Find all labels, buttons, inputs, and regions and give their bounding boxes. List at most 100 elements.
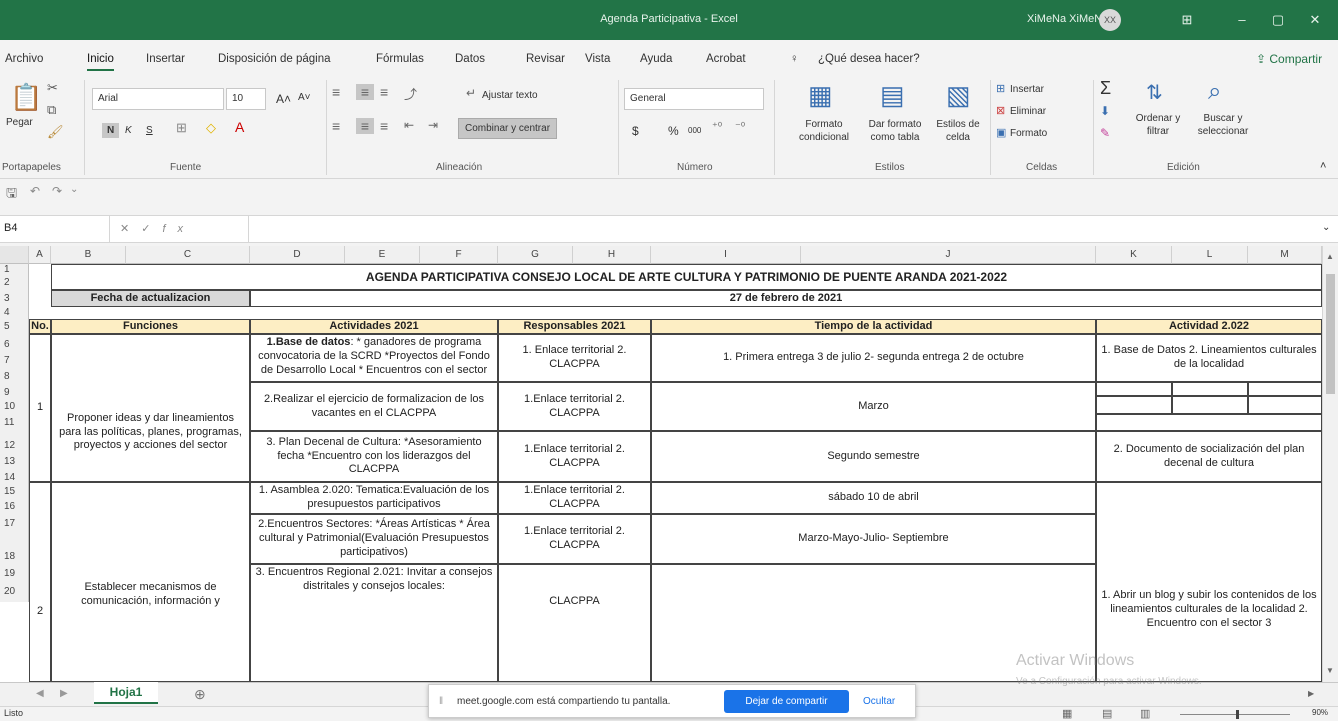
col-header-e[interactable]: E — [345, 246, 420, 264]
close-button[interactable]: ✕ — [1305, 10, 1325, 30]
activity-cell-1-2[interactable]: 2.Realizar el ejercicio de formalizacion… — [250, 382, 498, 431]
maximize-button[interactable]: ▢ — [1268, 10, 1288, 30]
row-header-8[interactable]: 8 — [0, 366, 29, 382]
tab-inicio[interactable]: Inicio — [87, 53, 114, 71]
scroll-up-icon[interactable]: ▲ — [1326, 252, 1334, 261]
add-sheet-icon[interactable]: ⊕ — [194, 686, 206, 703]
autosum-icon[interactable]: Σ — [1100, 78, 1111, 99]
align-right-icon[interactable]: ≡ — [380, 118, 388, 134]
empty-cell[interactable] — [1172, 382, 1248, 396]
row-header-17[interactable]: 17 — [0, 514, 29, 542]
normal-view-icon[interactable]: ▦ — [1062, 707, 1072, 720]
align-center-icon[interactable]: ≡ — [356, 118, 374, 134]
col-header-d[interactable]: D — [250, 246, 345, 264]
sheet-title[interactable]: AGENDA PARTICIPATIVA CONSEJO LOCAL DE AR… — [51, 264, 1322, 290]
conditional-format-icon[interactable]: ▦ — [808, 80, 833, 111]
merge-center-button[interactable]: Combinar y centrar — [458, 118, 558, 139]
tab-datos[interactable]: Datos — [455, 53, 485, 65]
empty-cell[interactable] — [1248, 382, 1322, 396]
scroll-right-icon[interactable]: ▶ — [1308, 689, 1314, 698]
date-value[interactable]: 27 de febrero de 2021 — [250, 290, 1322, 307]
empty-cell[interactable] — [1096, 396, 1172, 414]
borders-icon[interactable]: ⊞ — [176, 120, 187, 136]
fill-color-icon[interactable]: ◇ — [206, 120, 216, 136]
shrink-font-button[interactable]: A˅ — [298, 92, 311, 103]
bold-button[interactable]: N — [102, 123, 120, 138]
row-header-9[interactable]: 9 — [0, 382, 29, 398]
minimize-button[interactable]: – — [1232, 10, 1252, 30]
select-all-corner[interactable] — [0, 246, 29, 264]
row-header-7[interactable]: 7 — [0, 350, 29, 366]
row-header-19[interactable]: 19 — [0, 564, 29, 582]
insert-cells-icon[interactable]: ⊞ — [996, 82, 1005, 95]
col-header-i[interactable]: I — [651, 246, 801, 264]
sort-filter-icon[interactable]: ⇅ — [1146, 80, 1163, 105]
empty-cell[interactable] — [1172, 396, 1248, 414]
row-header-13[interactable]: 13 — [0, 451, 29, 467]
decrease-decimal-icon[interactable]: ⁻⁰ — [735, 120, 745, 133]
row-header-4[interactable]: 4 — [0, 307, 29, 319]
tab-revisar[interactable]: Revisar — [526, 53, 565, 65]
col-header-l[interactable]: L — [1172, 246, 1248, 264]
activity-cell-1-3[interactable]: 3. Plan Decenal de Cultura: *Asesoramien… — [250, 431, 498, 482]
sheet-tab-hoja1[interactable]: Hoja1 — [94, 682, 158, 704]
row-header-11[interactable]: 11 — [0, 414, 29, 431]
cell-styles-icon[interactable]: ▧ — [946, 80, 971, 111]
stop-sharing-button[interactable]: Dejar de compartir — [724, 690, 849, 713]
lightbulb-icon[interactable]: ♀ — [790, 53, 799, 65]
formula-buttons[interactable]: ✕✓fx — [120, 222, 195, 235]
row-header-15[interactable]: 15 — [0, 482, 29, 497]
page-break-icon[interactable]: ▥ — [1140, 707, 1150, 720]
next-sheet-icon[interactable]: ▶ — [60, 688, 68, 699]
align-bottom-icon[interactable]: ≡ — [380, 84, 388, 100]
header-no[interactable]: No. — [29, 319, 51, 334]
header-responsables[interactable]: Responsables 2021 — [498, 319, 651, 334]
format-painter-icon[interactable]: 🖌 — [47, 124, 64, 140]
row-header-5[interactable]: 5 — [0, 319, 29, 334]
copy-icon[interactable]: ⧉ — [47, 102, 56, 118]
date-label[interactable]: Fecha de actualizacion — [51, 290, 250, 307]
empty-cell[interactable] — [1096, 414, 1322, 431]
number-format-select[interactable]: General — [624, 88, 764, 110]
col-header-f[interactable]: F — [420, 246, 498, 264]
row-header-16[interactable]: 16 — [0, 497, 29, 514]
drag-handle-icon[interactable]: ‖ — [439, 696, 443, 707]
avatar[interactable]: XX — [1099, 9, 1121, 31]
undo-icon[interactable]: ↶ — [30, 184, 40, 198]
col-header-m[interactable]: M — [1248, 246, 1322, 264]
tab-ayuda[interactable]: Ayuda — [640, 53, 672, 65]
col-header-a[interactable]: A — [29, 246, 51, 264]
header-actividad-2022[interactable]: Actividad 2.022 — [1096, 319, 1322, 334]
orientation-icon[interactable]: ⤴ — [404, 84, 417, 103]
fill-icon[interactable]: ⬇ — [1100, 104, 1110, 118]
header-funciones[interactable]: Funciones — [51, 319, 250, 334]
time-cell-1-2[interactable]: Marzo — [651, 382, 1096, 431]
decrease-indent-icon[interactable]: ⇤ — [404, 118, 414, 132]
format-as-table-icon[interactable]: ▤ — [880, 80, 905, 111]
increase-indent-icon[interactable]: ⇥ — [428, 118, 438, 132]
time-cell-2-1[interactable]: sábado 10 de abril — [651, 482, 1096, 514]
zoom-level[interactable]: 90% — [1312, 708, 1328, 717]
page-layout-icon[interactable]: ▤ — [1102, 707, 1112, 720]
font-color-icon[interactable]: A — [235, 119, 244, 135]
activity-cell-2-1[interactable]: 1. Asamblea 2.020: Tematica:Evaluación d… — [250, 482, 498, 514]
row-number-2[interactable]: 2 — [29, 482, 51, 682]
ribbon-display-icon[interactable]: ⊞ — [1177, 10, 1197, 30]
row-header-3[interactable]: 3 — [0, 290, 29, 307]
row-header-2[interactable]: 2 — [0, 277, 29, 290]
col-header-b[interactable]: B — [51, 246, 126, 264]
grow-font-button[interactable]: A˄ — [276, 92, 291, 106]
function-cell-1[interactable]: Proponer ideas y dar lineamientos para l… — [51, 334, 250, 482]
save-icon[interactable]: 🖫 — [6, 184, 17, 206]
currency-button[interactable]: $ — [632, 124, 639, 138]
empty-cell[interactable] — [1096, 382, 1172, 396]
tab-insertar[interactable]: Insertar — [146, 53, 185, 65]
activity-cell-1-1[interactable]: 1.Base de datos: * ganadores de programa… — [250, 334, 498, 382]
spreadsheet-grid[interactable]: A B C D E F G H I J K L M 1 2 3 4 5 6 7 … — [0, 246, 1322, 682]
collapse-ribbon-icon[interactable]: ˄ — [1320, 160, 1326, 172]
share-button[interactable]: ⇪ Compartir — [1256, 52, 1322, 66]
percent-button[interactable]: % — [668, 124, 679, 138]
underline-button[interactable]: S — [146, 125, 153, 136]
cut-icon[interactable]: ✂ — [47, 80, 58, 96]
cell-styles-button[interactable]: Estilos de celda — [928, 118, 988, 144]
